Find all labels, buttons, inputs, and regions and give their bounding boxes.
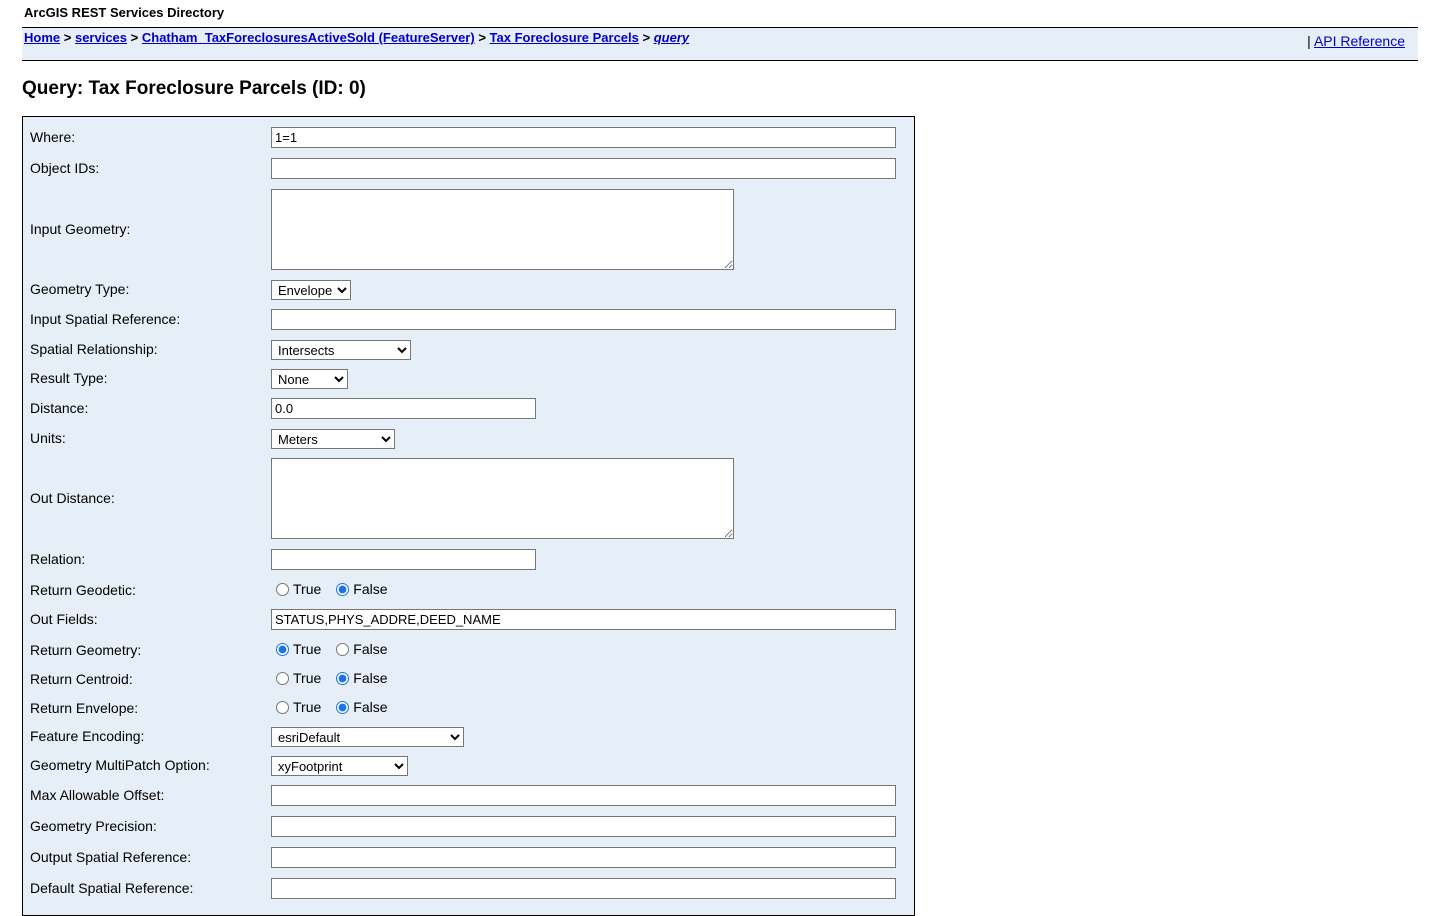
return-geometry-false-option[interactable]: False (331, 641, 388, 657)
return-centroid-false-radio[interactable] (336, 671, 350, 685)
feature-encoding-label: Feature Encoding: (30, 728, 145, 744)
return-geometry-false-label: False (353, 641, 388, 657)
max-offset-label: Max Allowable Offset: (30, 787, 165, 803)
out-distance-textarea[interactable] (271, 458, 734, 539)
return-envelope-true-radio[interactable] (276, 700, 289, 714)
return-centroid-label: Return Centroid: (30, 671, 133, 687)
input-sr-input[interactable] (271, 309, 896, 330)
geometry-type-select[interactable]: Envelope (271, 280, 351, 300)
max-offset-input[interactable] (271, 785, 896, 806)
output-sr-label: Output Spatial Reference: (30, 849, 192, 865)
default-sr-input[interactable] (271, 878, 896, 899)
feature-encoding-select[interactable]: esriDefault (271, 727, 464, 747)
return-geometry-options: True False (271, 641, 398, 659)
result-type-select[interactable]: None (271, 369, 348, 389)
out-fields-label: Out Fields: (30, 611, 98, 627)
return-centroid-false-option[interactable]: False (331, 670, 388, 686)
return-envelope-false-radio[interactable] (336, 700, 350, 714)
object-ids-label: Object IDs: (30, 160, 100, 176)
distance-input[interactable] (271, 398, 536, 419)
geometry-precision-label: Geometry Precision: (30, 818, 157, 834)
return-geodetic-label: Return Geodetic: (30, 582, 136, 598)
return-envelope-true-option[interactable]: True (271, 699, 321, 715)
input-sr-label: Input Spatial Reference: (30, 311, 181, 327)
return-geometry-true-label: True (293, 641, 322, 657)
return-centroid-true-option[interactable]: True (271, 670, 321, 686)
return-centroid-false-label: False (353, 670, 388, 686)
page-title: Query: Tax Foreclosure Parcels (ID: 0) (22, 78, 366, 99)
breadcrumb-separator: > (642, 30, 651, 45)
return-centroid-options: True False (271, 670, 398, 688)
nav-bar: Home > services > Chatham_TaxForeclosure… (22, 27, 1418, 61)
default-sr-label: Default Spatial Reference: (30, 880, 194, 896)
return-geodetic-false-label: False (353, 581, 388, 597)
result-type-label: Result Type: (30, 370, 108, 386)
spatial-rel-label: Spatial Relationship: (30, 341, 158, 357)
units-label: Units: (30, 430, 66, 446)
breadcrumb-separator: > (478, 30, 486, 45)
breadcrumb-layer-link[interactable]: Tax Foreclosure Parcels (490, 30, 639, 45)
app-title: ArcGIS REST Services Directory (24, 5, 225, 20)
distance-label: Distance: (30, 400, 89, 416)
object-ids-input[interactable] (271, 158, 896, 179)
output-sr-input[interactable] (271, 847, 896, 868)
spatial-rel-select[interactable]: Intersects (271, 340, 411, 360)
out-distance-label: Out Distance: (30, 490, 115, 506)
return-geometry-false-radio[interactable] (336, 642, 350, 656)
input-geometry-textarea[interactable] (271, 189, 734, 270)
api-reference: | API Reference (1307, 33, 1405, 49)
return-geometry-true-option[interactable]: True (271, 641, 321, 657)
return-geometry-label: Return Geometry: (30, 642, 142, 658)
return-envelope-true-label: True (293, 699, 322, 715)
relation-input[interactable] (271, 549, 536, 570)
return-centroid-true-radio[interactable] (276, 671, 289, 685)
return-geodetic-true-label: True (293, 581, 322, 597)
return-geodetic-options: True False (271, 581, 398, 599)
return-geodetic-true-option[interactable]: True (271, 581, 321, 597)
return-geodetic-false-option[interactable]: False (331, 581, 388, 597)
api-reference-link[interactable]: API Reference (1314, 33, 1405, 49)
api-reference-separator: | (1307, 33, 1311, 49)
multipatch-select[interactable]: xyFootprint (271, 756, 408, 776)
units-select[interactable]: Meters (271, 429, 395, 449)
breadcrumb-services-link[interactable]: services (75, 30, 127, 45)
relation-label: Relation: (30, 551, 86, 567)
breadcrumb: Home > services > Chatham_TaxForeclosure… (24, 30, 689, 45)
return-geodetic-false-radio[interactable] (336, 582, 350, 596)
breadcrumb-home-link[interactable]: Home (24, 30, 60, 45)
return-envelope-false-option[interactable]: False (331, 699, 388, 715)
out-fields-input[interactable] (271, 609, 896, 630)
where-input[interactable] (271, 127, 896, 148)
input-geometry-label: Input Geometry: (30, 221, 131, 237)
return-envelope-options: True False (271, 699, 398, 717)
where-label: Where: (30, 129, 76, 145)
geometry-type-label: Geometry Type: (30, 281, 130, 297)
return-geodetic-true-radio[interactable] (276, 582, 289, 596)
query-form: Where: Object IDs: Input Geometry: Geome… (22, 116, 915, 916)
return-envelope-label: Return Envelope: (30, 700, 139, 716)
multipatch-label: Geometry MultiPatch Option: (30, 757, 210, 773)
return-centroid-true-label: True (293, 670, 322, 686)
breadcrumb-service-link[interactable]: Chatham_TaxForeclosuresActiveSold (Featu… (142, 30, 475, 45)
breadcrumb-query-link[interactable]: query (654, 30, 689, 45)
breadcrumb-separator: > (130, 30, 139, 45)
return-envelope-false-label: False (353, 699, 388, 715)
geometry-precision-input[interactable] (271, 816, 896, 837)
breadcrumb-separator: > (63, 30, 72, 45)
return-geometry-true-radio[interactable] (276, 642, 289, 656)
